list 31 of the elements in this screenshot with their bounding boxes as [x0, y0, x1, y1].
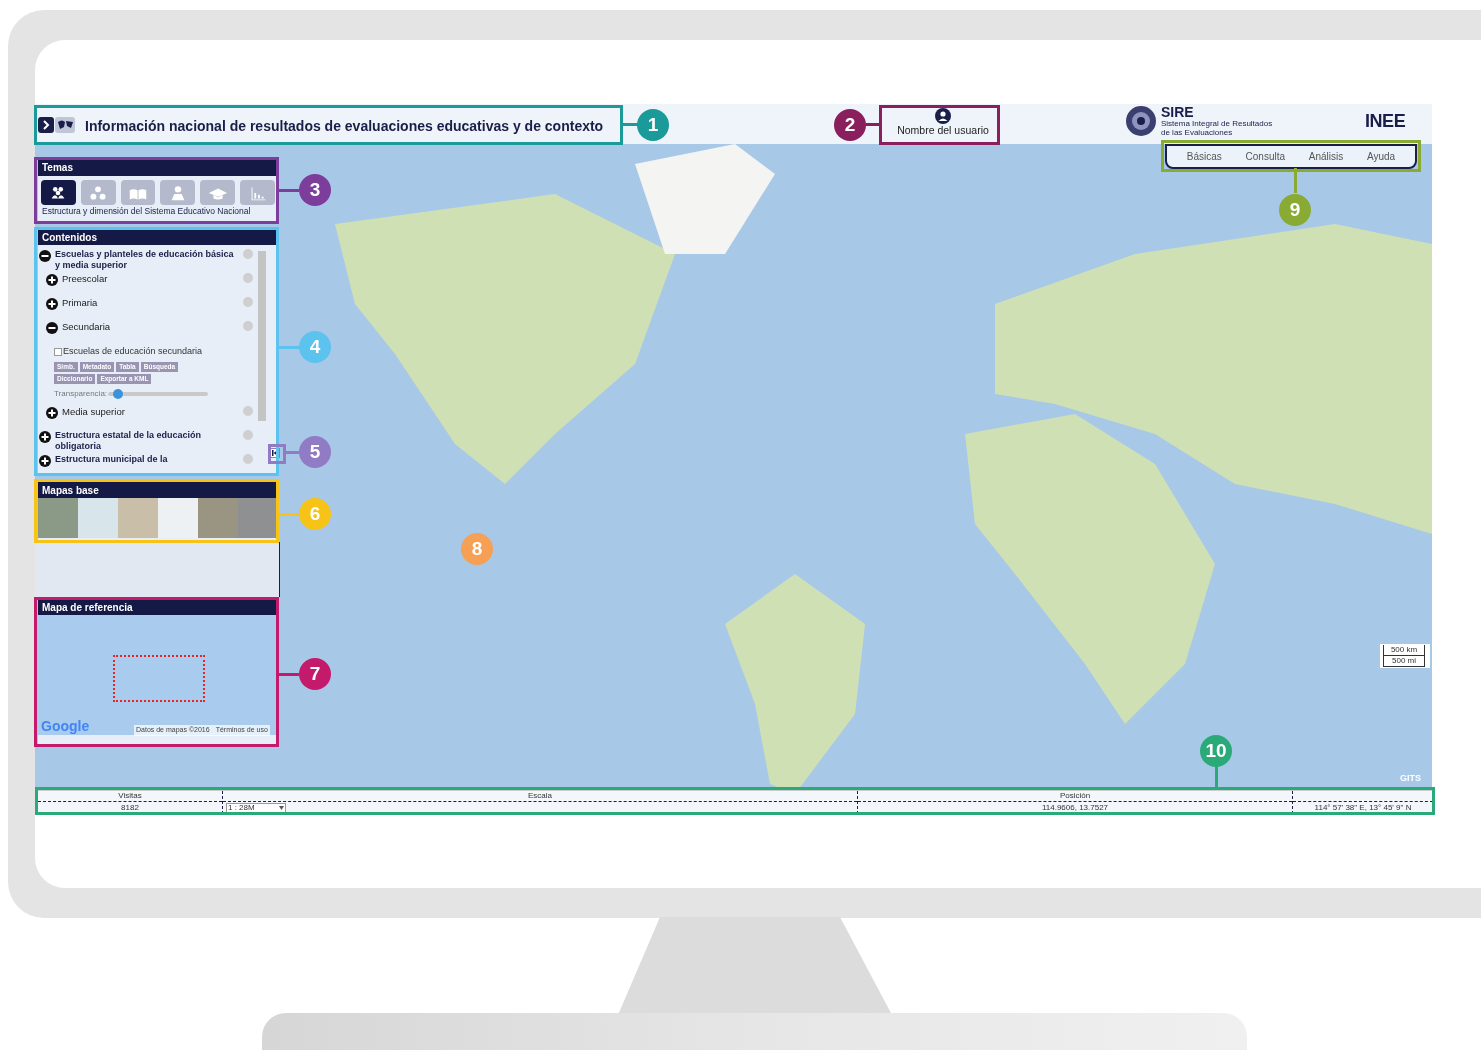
user-name[interactable]: Nombre del usuario [897, 124, 989, 138]
map-credit: GITS [1400, 772, 1421, 785]
inee-logo-text: INEE [1365, 110, 1406, 133]
tree-item-label[interactable]: Preescolar [62, 273, 239, 285]
panel-title: Mapas base [38, 482, 278, 498]
tree-item-label[interactable]: Secundaria [62, 321, 239, 333]
google-logo-text: Google [41, 717, 90, 736]
sire-logo-text: SIRE [1161, 105, 1195, 119]
nav-link[interactable]: Análisis [1308, 149, 1344, 164]
tree-item-label[interactable]: Primaria [62, 297, 239, 309]
tree-item-label[interactable]: Estructura municipal de la [55, 453, 239, 465]
layer-label[interactable]: Escuelas de educación secundaria [63, 345, 203, 359]
theme-caption: Estructura y dimensión del Sistema Educativo Nacional [41, 205, 252, 217]
scale-label: 500 mi [1383, 656, 1425, 667]
status-label: Escala [528, 790, 552, 802]
sire-subtitle: Sistema Integral de Resultados de las Evaluaciones [1161, 119, 1273, 137]
scale-label: 500 km [1383, 645, 1425, 656]
position-coordinates: 114.9606, 13.7527 [1041, 801, 1109, 814]
app-title: Información nacional de resultados de evaluaciones educativas y de contexto [85, 117, 604, 136]
tree-item-label[interactable]: Estructura estatal de la educación obligatoria [55, 429, 239, 452]
transparency-label: Transparencia: [54, 387, 108, 400]
tree-item-label[interactable]: Media superior [62, 405, 239, 418]
nav-link[interactable]: Ayuda [1366, 149, 1396, 164]
status-label: Posición [1059, 790, 1091, 802]
nav-link[interactable]: Consulta [1245, 149, 1286, 164]
tree-item-label[interactable]: Escuelas y planteles de educación básica y media superior [55, 249, 239, 271]
position-dms: 114° 57' 38" E, 13° 45' 9" N [1314, 801, 1412, 814]
nav-link[interactable]: Básicas [1186, 149, 1222, 164]
status-label: Visitas [118, 790, 142, 802]
visits-count: 8182 [121, 801, 139, 814]
scale-select[interactable]: 1 : 28M [226, 802, 286, 813]
